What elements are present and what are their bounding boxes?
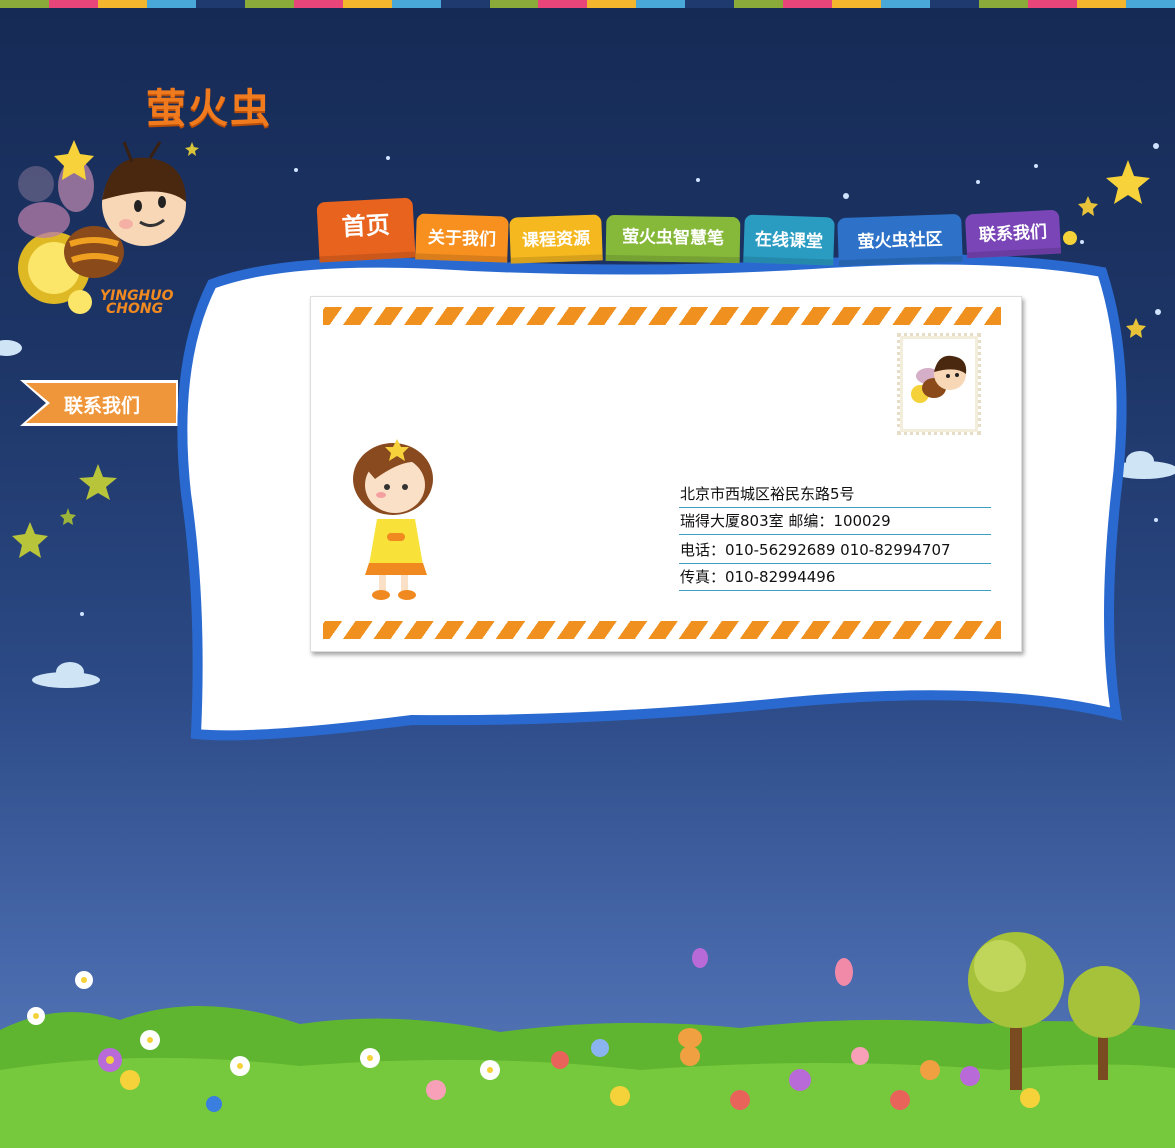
tab-community-label: 萤火虫社区 — [857, 229, 943, 253]
address-block: 北京市西城区裕民东路5号 瑞得大厦803室 邮编：100029 电话：010-5… — [679, 481, 991, 591]
star-decoration — [12, 522, 48, 558]
sidebar-contact-label: 联系我们 — [64, 395, 141, 417]
tab-about[interactable]: 关于我们 — [415, 213, 509, 263]
tab-online-class[interactable]: 在线课堂 — [743, 214, 835, 266]
girl-illustration-icon — [353, 439, 433, 600]
address-line2: 瑞得大厦803室 邮编：100029 — [679, 508, 991, 535]
tab-home[interactable]: 首页 — [316, 197, 416, 263]
tab-courses-label: 课程资源 — [521, 228, 591, 252]
star-decoration — [79, 464, 117, 500]
main-nav: 首页 关于我们 课程资源 萤火虫智慧笔 在线课堂 萤火虫社区 联系我们 — [316, 197, 1066, 267]
envelope-top-stripes — [323, 307, 1001, 325]
star-decoration — [60, 508, 76, 525]
stamp-icon — [897, 333, 981, 435]
contact-envelope: 北京市西城区裕民东路5号 瑞得大厦803室 邮编：100029 电话：010-5… — [310, 296, 1022, 652]
tab-courses[interactable]: 课程资源 — [509, 214, 603, 264]
tab-community[interactable]: 萤火虫社区 — [837, 213, 963, 267]
tab-contact-label: 联系我们 — [978, 222, 1048, 246]
site-logo[interactable]: 萤火虫 — [146, 76, 272, 134]
address-line1: 北京市西城区裕民东路5号 — [679, 481, 991, 508]
garden-decoration — [0, 932, 1175, 1148]
mascot-caption-line2: CHONG — [106, 301, 164, 317]
star-decoration — [1078, 196, 1098, 216]
envelope-bottom-stripes — [323, 621, 1001, 639]
tab-contact[interactable]: 联系我们 — [964, 209, 1062, 259]
tab-smart-pen[interactable]: 萤火虫智慧笔 — [605, 214, 741, 264]
tab-about-label: 关于我们 — [427, 227, 497, 251]
tab-online-class-label: 在线课堂 — [754, 229, 824, 253]
fax-line: 传真：010-82994496 — [679, 564, 991, 591]
tab-smart-pen-label: 萤火虫智慧笔 — [621, 227, 725, 249]
tab-home-label: 首页 — [341, 210, 391, 242]
phone-line: 电话：010-56292689 010-82994707 — [679, 537, 991, 564]
stamp-bee-icon — [911, 355, 967, 403]
sidebar-contact-ribbon[interactable]: 联系我们 — [20, 380, 178, 426]
star-decoration — [1106, 160, 1150, 204]
mascot-caption: YINGHUO CHONG — [100, 289, 174, 317]
